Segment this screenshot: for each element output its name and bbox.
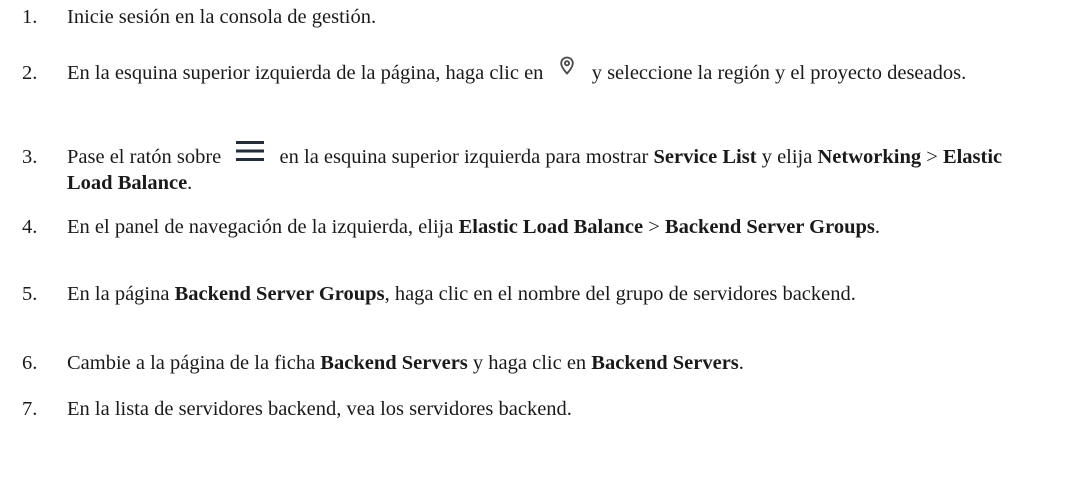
ui-term: Backend Server Groups <box>664 216 875 238</box>
ui-term: Service List <box>653 146 757 168</box>
step-text: Pase el ratón sobre en la esquina superi… <box>67 141 1052 196</box>
step-text: En la página Backend Server Groups, haga… <box>67 283 856 305</box>
hamburger-menu-icon <box>234 138 266 162</box>
location-pin-icon <box>555 54 579 78</box>
procedure-steps: 1. Inicie sesión en la consola de gestió… <box>0 0 1070 497</box>
step-number: 5. <box>22 283 38 305</box>
ui-term: Backend Server Groups <box>174 283 385 305</box>
step-number: 2. <box>22 62 38 84</box>
step-number: 6. <box>22 352 38 374</box>
step-text: En la lista de servidores backend, vea l… <box>67 398 572 420</box>
step-text: En la esquina superior izquierda de la p… <box>67 56 1052 86</box>
step-number: 7. <box>22 398 38 420</box>
step-text: Cambie a la página de la ficha Backend S… <box>67 352 744 374</box>
step-number: 3. <box>22 146 38 168</box>
ui-term: Elastic Load Balance <box>458 216 644 238</box>
ui-term: Networking <box>817 146 922 168</box>
step-text: Inicie sesión en la consola de gestión. <box>67 6 377 28</box>
ui-term: Backend Servers <box>320 352 468 374</box>
step-text: En el panel de navegación de la izquierd… <box>67 216 881 238</box>
step-number: 4. <box>22 216 38 238</box>
ui-term: Backend Servers <box>591 352 739 374</box>
step-number: 1. <box>22 6 38 28</box>
